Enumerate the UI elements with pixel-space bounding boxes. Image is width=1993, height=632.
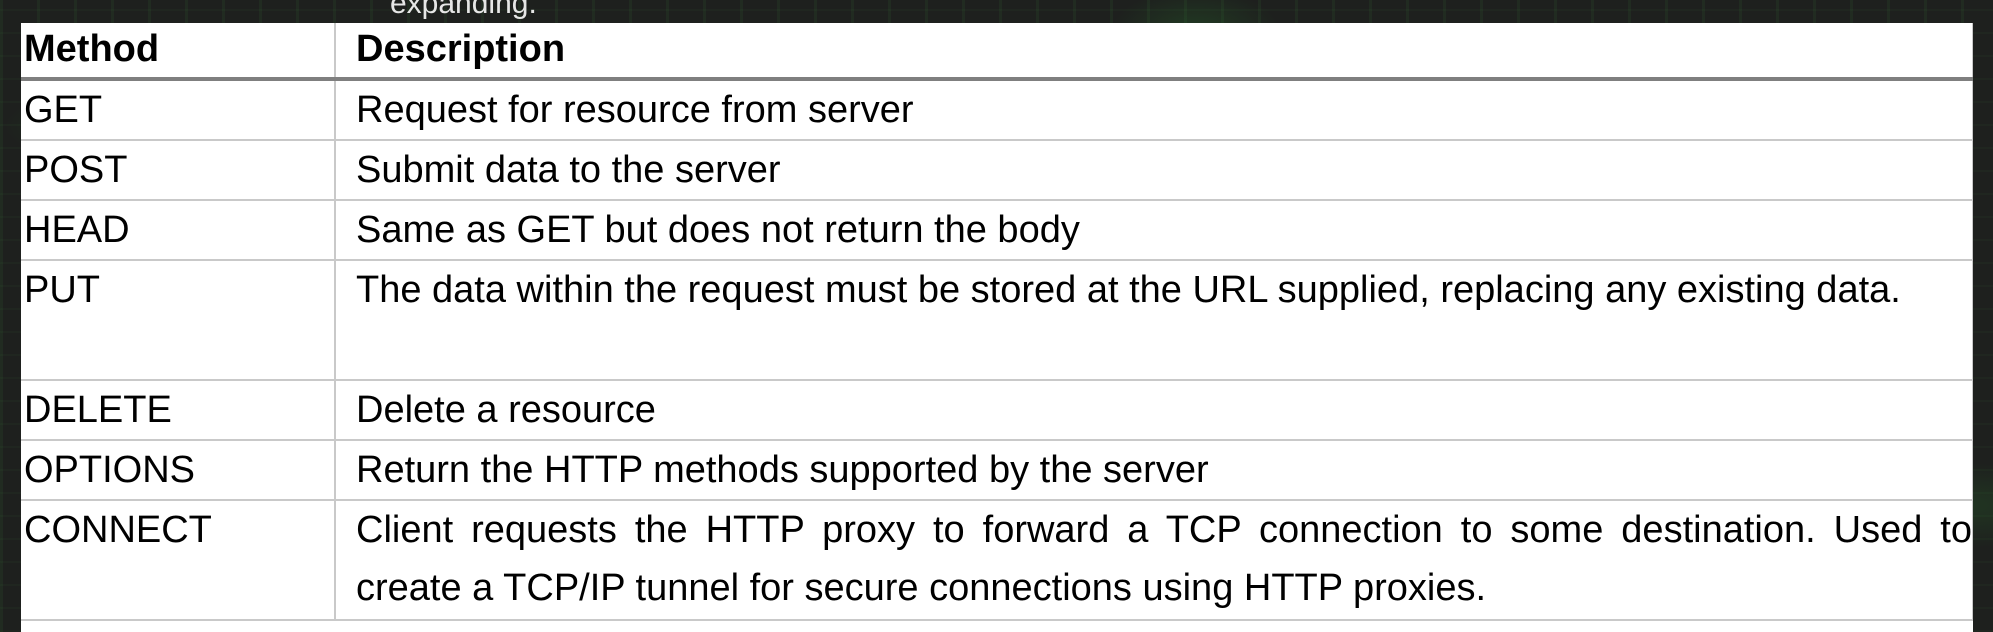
table-row: GET Request for resource from server: [21, 79, 1973, 141]
method-cell: OPTIONS: [21, 440, 336, 501]
description-cell: Delete a resource: [335, 380, 1973, 441]
method-cell: CONNECT: [21, 500, 336, 621]
description-cell: Same as GET but does not return the body: [335, 200, 1973, 261]
http-methods-table: Method Description GET Request for resou…: [21, 23, 1973, 621]
description-cell: Submit data to the server: [335, 140, 1973, 201]
table-row: PUT The data within the request must be …: [21, 260, 1973, 381]
table-header-row: Method Description: [21, 23, 1973, 81]
table-row: HEAD Same as GET but does not return the…: [21, 200, 1973, 261]
description-cell: Client requests the HTTP proxy to forwar…: [335, 500, 1973, 621]
method-cell: POST: [21, 140, 336, 201]
table-row: POST Submit data to the server: [21, 140, 1973, 201]
description-cell: Return the HTTP methods supported by the…: [335, 440, 1973, 501]
table-row: DELETE Delete a resource: [21, 380, 1973, 441]
header-method: Method: [21, 23, 336, 81]
method-cell: HEAD: [21, 200, 336, 261]
header-description: Description: [335, 23, 1973, 81]
method-cell: PUT: [21, 260, 336, 381]
table-row: CONNECT Client requests the HTTP proxy t…: [21, 500, 1973, 621]
method-cell: DELETE: [21, 380, 336, 441]
description-cell: Request for resource from server: [335, 79, 1973, 141]
http-methods-table-container: Method Description GET Request for resou…: [21, 23, 1973, 632]
description-cell: The data within the request must be stor…: [335, 260, 1973, 381]
caption-text: expanding.: [390, 0, 537, 20]
table-row: OPTIONS Return the HTTP methods supporte…: [21, 440, 1973, 501]
method-cell: GET: [21, 79, 336, 141]
